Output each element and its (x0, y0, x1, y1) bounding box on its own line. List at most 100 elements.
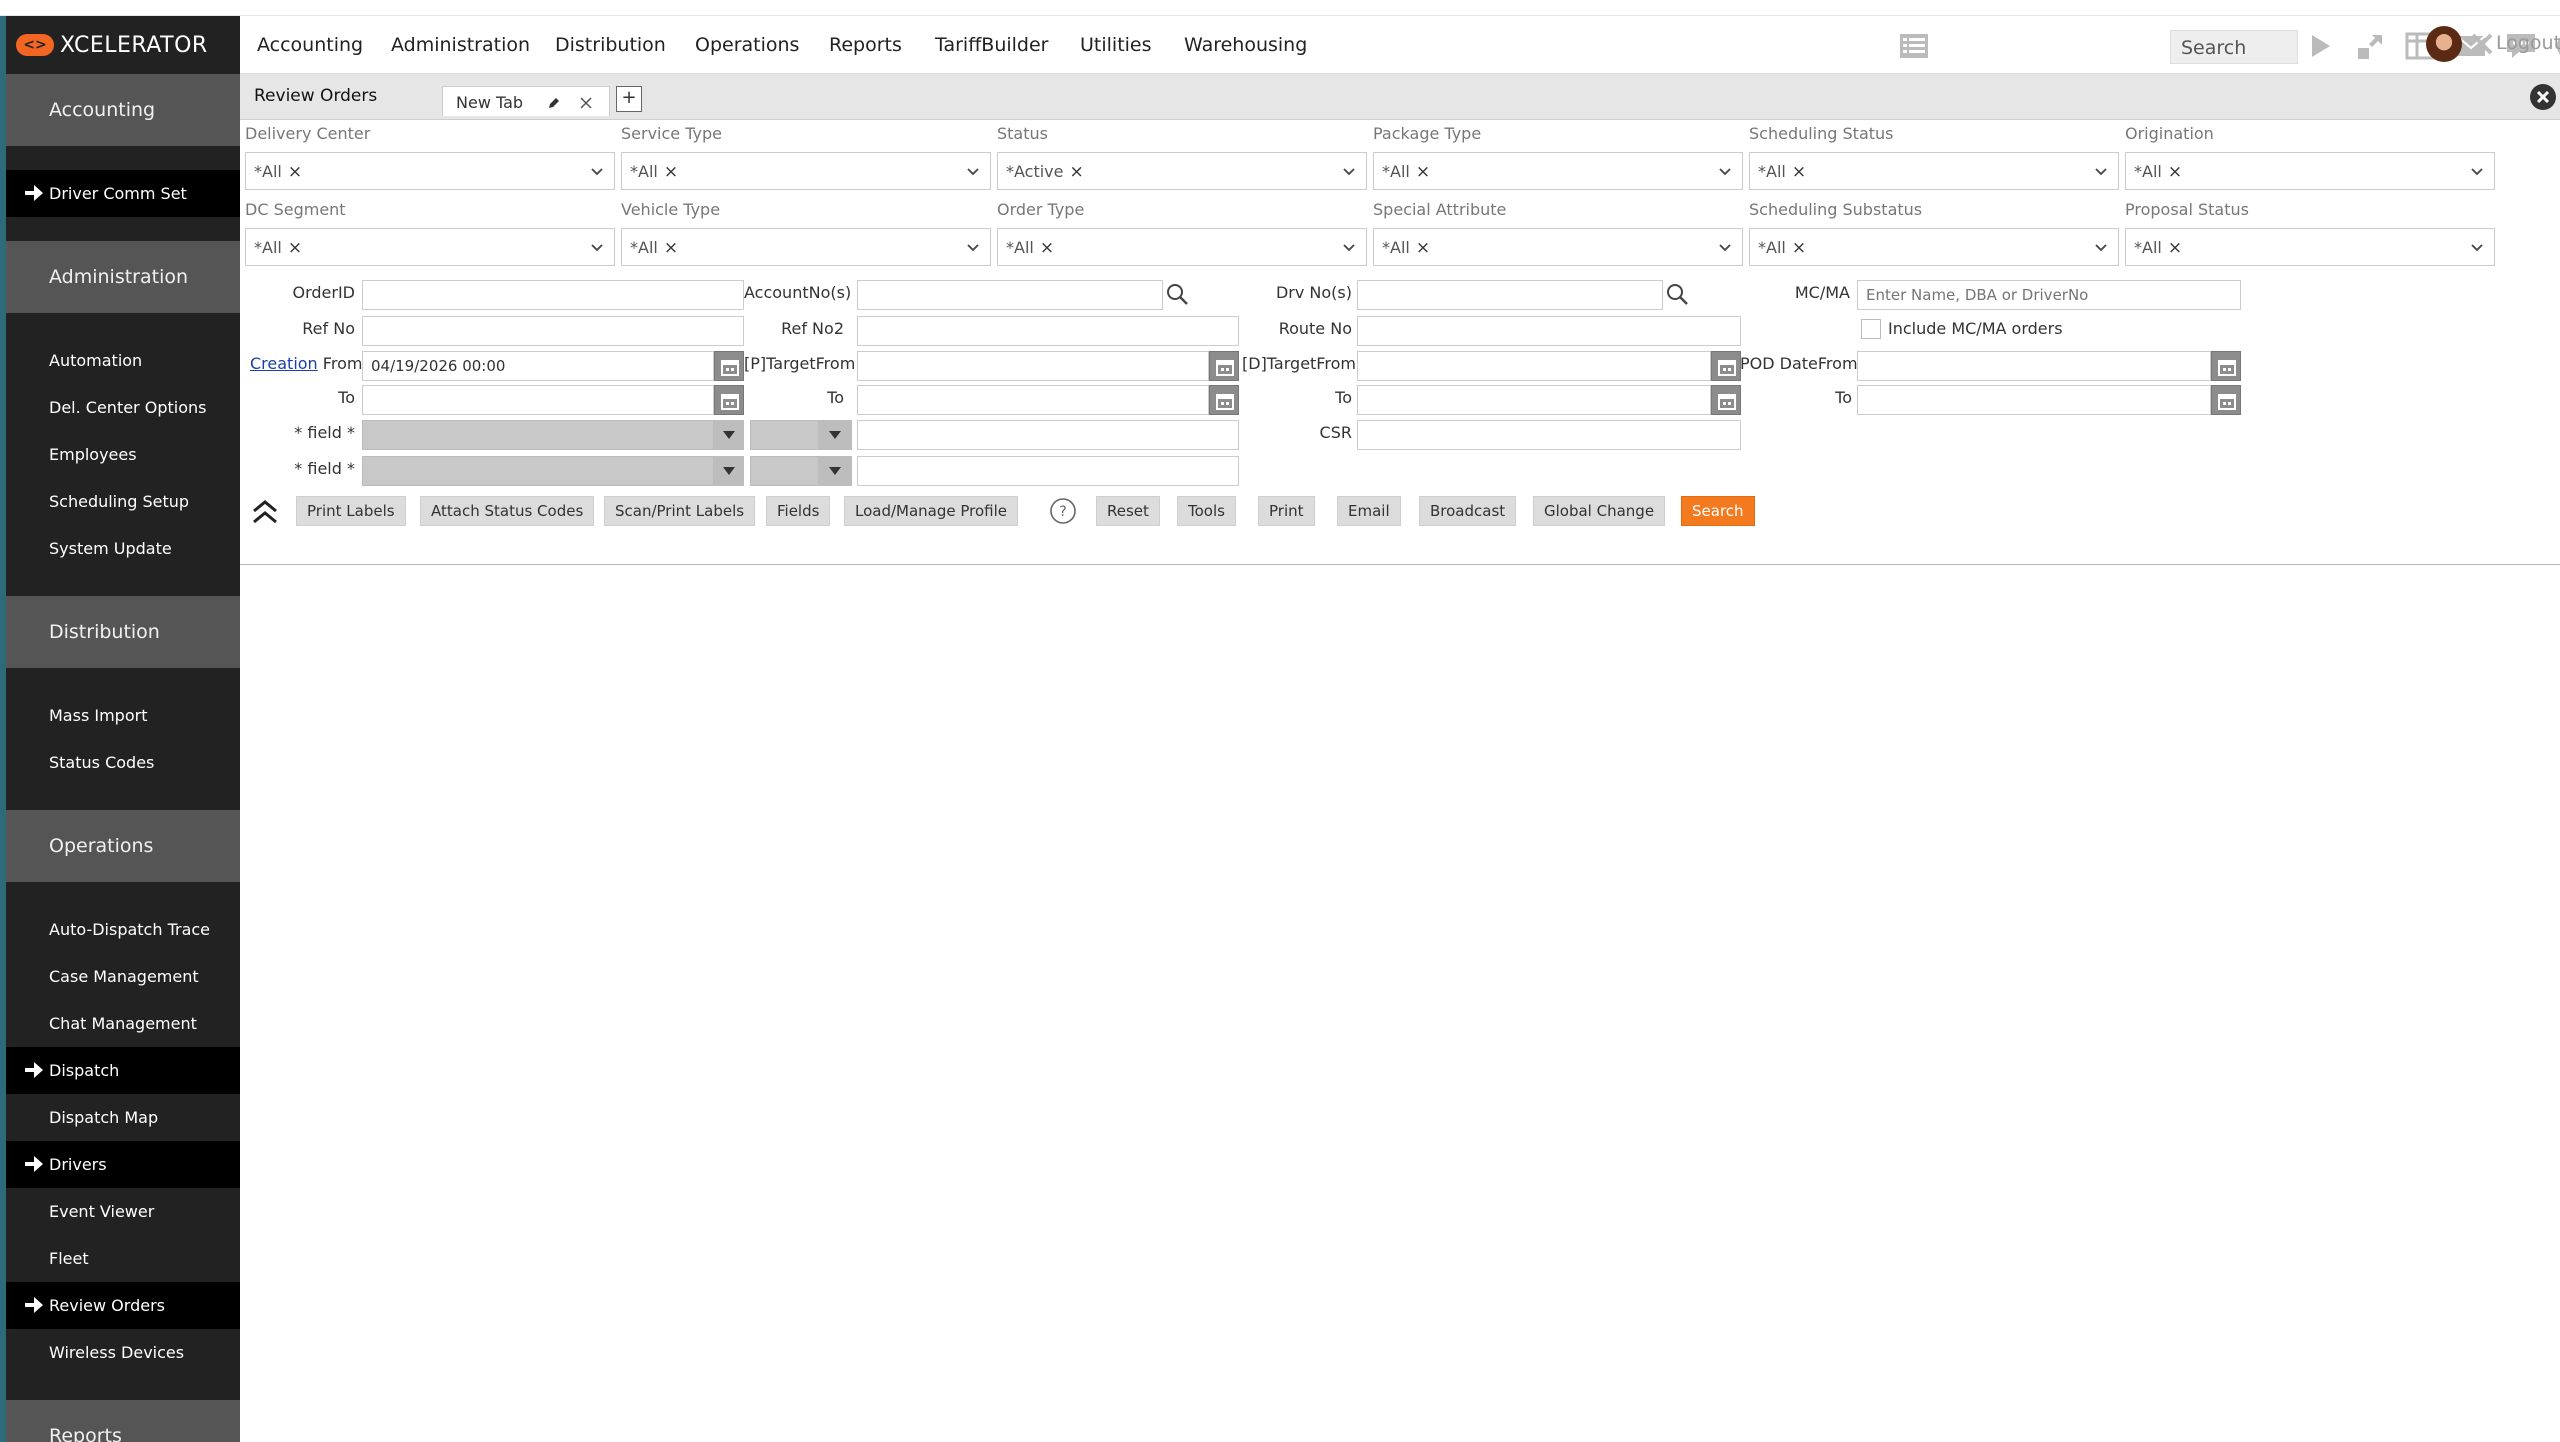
pod-date-to-input[interactable] (1857, 385, 2211, 415)
d-target-to-input[interactable] (1357, 385, 1711, 415)
nav-administration[interactable]: Administration (391, 34, 530, 56)
chip-remove-icon[interactable]: × (1792, 238, 1806, 258)
ref-no2-input[interactable] (857, 316, 1239, 346)
edit-icon[interactable] (547, 96, 561, 110)
nav-tariffbuilder[interactable]: TariffBuilder (935, 34, 1048, 56)
sidebar-item-mass-import[interactable]: Mass Import (6, 692, 240, 739)
special-attribute-select[interactable]: *All × (1373, 228, 1743, 266)
nav-distribution[interactable]: Distribution (555, 34, 666, 56)
calendar-icon[interactable] (1209, 385, 1239, 415)
chip-remove-icon[interactable]: × (288, 238, 302, 258)
field-2-operator-select[interactable] (750, 456, 820, 486)
chip-remove-icon[interactable]: × (2168, 162, 2182, 182)
attach-status-codes-button[interactable]: Attach Status Codes (420, 496, 595, 526)
chip-remove-icon[interactable]: × (2168, 238, 2182, 258)
chip-remove-icon[interactable]: × (664, 162, 678, 182)
nav-reports[interactable]: Reports (829, 34, 902, 56)
sidebar-item-system-update[interactable]: System Update (6, 525, 240, 572)
nav-utilities[interactable]: Utilities (1080, 34, 1152, 56)
creation-link[interactable]: Creation (250, 354, 318, 373)
nav-warehousing[interactable]: Warehousing (1184, 34, 1307, 56)
sidebar-section-accounting[interactable]: Accounting (6, 74, 240, 146)
proposal-status-select[interactable]: *All × (2125, 228, 2495, 266)
add-tab-button[interactable]: + (616, 86, 642, 112)
package-type-select[interactable]: *All × (1373, 152, 1743, 190)
print-button[interactable]: Print (1258, 496, 1315, 526)
calendar-icon[interactable] (1711, 385, 1741, 415)
search-button[interactable]: Search (1681, 496, 1755, 526)
d-target-from-input[interactable] (1357, 351, 1711, 381)
sidebar-section-reports[interactable]: Reports (6, 1400, 240, 1442)
calendar-icon[interactable] (714, 385, 744, 415)
user-avatar[interactable] (2426, 26, 2462, 62)
sidebar-item-del-center-options[interactable]: Del. Center Options (6, 384, 240, 431)
global-search-input[interactable]: Search (2170, 30, 2298, 64)
close-icon[interactable] (579, 96, 593, 110)
dc-segment-select[interactable]: *All × (245, 228, 615, 266)
sidebar-item-employees[interactable]: Employees (6, 431, 240, 478)
p-target-from-input[interactable] (857, 351, 1209, 381)
reset-button[interactable]: Reset (1096, 496, 1160, 526)
p-target-to-input[interactable] (857, 385, 1209, 415)
play-icon[interactable] (2304, 30, 2336, 62)
list-icon[interactable] (1898, 30, 1930, 62)
scheduling-substatus-select[interactable]: *All × (1749, 228, 2119, 266)
dropdown-arrow-icon[interactable] (714, 420, 744, 450)
fields-button[interactable]: Fields (766, 496, 831, 526)
drv-no-input[interactable] (1357, 280, 1663, 310)
search-icon[interactable] (1665, 282, 1691, 308)
sidebar-item-dispatch[interactable]: Dispatch (6, 1047, 240, 1094)
status-select[interactable]: *Active × (997, 152, 1367, 190)
include-mcma-checkbox[interactable] (1861, 319, 1881, 339)
chip-remove-icon[interactable]: × (664, 238, 678, 258)
route-no-input[interactable] (1357, 316, 1741, 346)
sidebar-item-chat-management[interactable]: Chat Management (6, 1000, 240, 1047)
scheduling-status-select[interactable]: *All × (1749, 152, 2119, 190)
resize-icon[interactable] (2355, 30, 2387, 62)
field-2-select[interactable] (362, 456, 714, 486)
nav-accounting[interactable]: Accounting (257, 34, 363, 56)
print-labels-button[interactable]: Print Labels (296, 496, 406, 526)
broadcast-button[interactable]: Broadcast (1419, 496, 1517, 526)
ref-no-input[interactable] (362, 316, 744, 346)
delivery-center-select[interactable]: *All × (245, 152, 615, 190)
sidebar-item-driver-comm-set[interactable]: Driver Comm Set (6, 170, 240, 217)
service-type-select[interactable]: *All × (621, 152, 991, 190)
pod-date-from-input[interactable] (1857, 351, 2211, 381)
chip-remove-icon[interactable]: × (288, 162, 302, 182)
dropdown-arrow-icon[interactable] (714, 456, 744, 486)
tab-new-tab[interactable]: New Tab (442, 86, 610, 116)
csr-input[interactable] (1357, 420, 1741, 450)
sidebar-item-scheduling-setup[interactable]: Scheduling Setup (6, 478, 240, 525)
chip-remove-icon[interactable]: × (1416, 162, 1430, 182)
chip-remove-icon[interactable]: × (1792, 162, 1806, 182)
sidebar-item-wireless-devices[interactable]: Wireless Devices (6, 1329, 240, 1376)
logout-link[interactable]: Logout (2496, 32, 2560, 54)
sidebar-section-distribution[interactable]: Distribution (6, 596, 240, 668)
app-logo[interactable]: <> XCELERATOR (6, 16, 240, 74)
search-icon[interactable] (1165, 282, 1191, 308)
calendar-icon[interactable] (2211, 351, 2241, 381)
chip-remove-icon[interactable]: × (1040, 238, 1054, 258)
order-type-select[interactable]: *All × (997, 228, 1367, 266)
chip-remove-icon[interactable]: × (1416, 238, 1430, 258)
field-1-select[interactable] (362, 420, 714, 450)
sidebar-item-automation[interactable]: Automation (6, 337, 240, 384)
sidebar-item-event-viewer[interactable]: Event Viewer (6, 1188, 240, 1235)
creation-from-input[interactable] (362, 351, 714, 381)
field-2-value-input[interactable] (857, 456, 1239, 486)
order-id-input[interactable] (362, 280, 744, 310)
sidebar-item-dispatch-map[interactable]: Dispatch Map (6, 1094, 240, 1141)
dropdown-arrow-icon[interactable] (818, 420, 852, 450)
close-circle-icon[interactable] (2528, 82, 2558, 112)
calendar-icon[interactable] (2211, 385, 2241, 415)
field-1-value-input[interactable] (857, 420, 1239, 450)
load-manage-profile-button[interactable]: Load/Manage Profile (844, 496, 1019, 526)
sidebar-section-operations[interactable]: Operations (6, 810, 240, 882)
sidebar-item-auto-dispatch-trace[interactable]: Auto-Dispatch Trace (6, 906, 240, 953)
chip-remove-icon[interactable]: × (1070, 162, 1084, 182)
sidebar-item-status-codes[interactable]: Status Codes (6, 739, 240, 786)
calendar-icon[interactable] (714, 351, 744, 381)
sidebar-item-fleet[interactable]: Fleet (6, 1235, 240, 1282)
dropdown-arrow-icon[interactable] (818, 456, 852, 486)
